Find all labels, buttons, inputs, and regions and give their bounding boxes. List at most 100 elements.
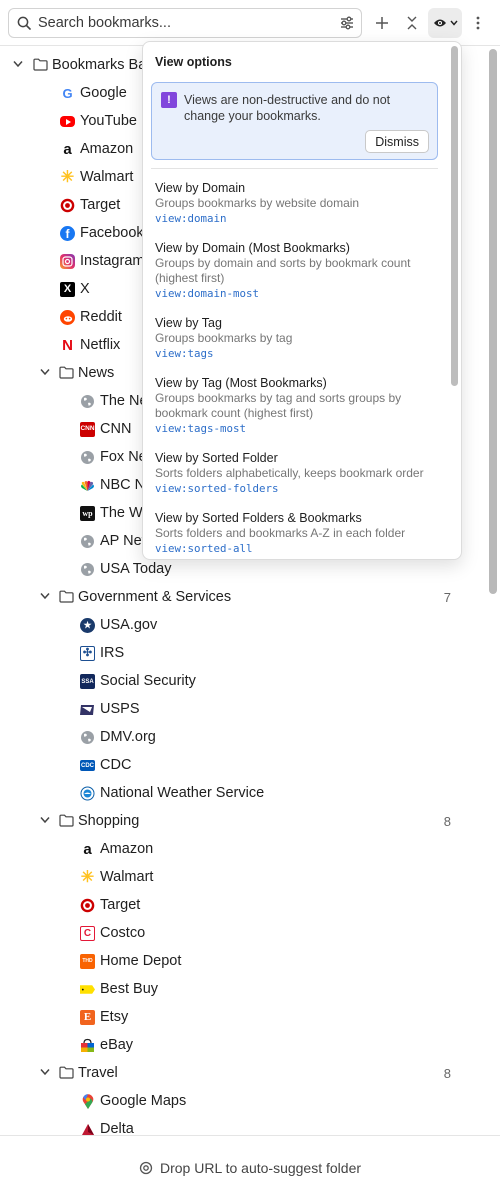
folder-label: Shopping <box>78 813 140 829</box>
eye-icon <box>433 19 446 27</box>
ssa-icon: SSA <box>80 674 95 689</box>
option-code: view:domain <box>155 212 227 225</box>
bookmark-item[interactable]: Target <box>0 891 486 919</box>
view-options-popover: View options ! Views are non-destructive… <box>142 41 462 560</box>
folder-icon <box>59 814 74 827</box>
option-name: View by Domain (Most Bookmarks) <box>155 241 350 255</box>
globe-icon <box>80 562 95 577</box>
bookmark-item[interactable]: C Costco <box>0 919 486 947</box>
bookmark-item[interactable]: CDC CDC <box>0 751 486 779</box>
tree-folder-travel[interactable]: Travel 8 <box>0 1059 486 1087</box>
view-option-sorted-all[interactable]: View by Sorted Folders & Bookmarks Sorts… <box>155 510 440 556</box>
chevron-down-icon[interactable] <box>40 592 50 600</box>
scrollbar-thumb[interactable] <box>489 49 497 594</box>
bookmark-item[interactable]: Google Maps <box>0 1087 486 1115</box>
option-code: view:tags-most <box>155 422 247 435</box>
tree-folder-government[interactable]: Government & Services 7 <box>0 583 486 611</box>
bookmark-item[interactable]: ✣ IRS <box>0 639 486 667</box>
view-option-tags-most[interactable]: View by Tag (Most Bookmarks) Groups book… <box>155 375 440 436</box>
bookmark-item[interactable]: THD Home Depot <box>0 947 486 975</box>
drop-zone-footer[interactable]: Drop URL to auto-suggest folder <box>0 1135 500 1200</box>
homedepot-icon: THD <box>80 954 95 969</box>
amazon-icon: a <box>83 842 92 857</box>
search-icon <box>17 16 31 35</box>
bookmark-item[interactable]: ★ USA.gov <box>0 611 486 639</box>
bookmark-label: YouTube <box>80 113 137 129</box>
usagov-icon: ★ <box>80 618 95 633</box>
option-name: View by Sorted Folders & Bookmarks <box>155 511 362 525</box>
bookmark-item[interactable]: USPS <box>0 695 486 723</box>
bookmark-label: Social Security <box>100 673 196 689</box>
bookmark-item[interactable]: eBay <box>0 1031 486 1059</box>
more-menu-button[interactable] <box>463 8 493 38</box>
netflix-icon: N <box>62 338 73 353</box>
target-icon <box>80 898 95 913</box>
view-option-tags[interactable]: View by Tag Groups bookmarks by tag view… <box>155 315 440 361</box>
bookmark-item[interactable]: a Amazon <box>0 835 486 863</box>
collapse-all-button[interactable] <box>397 8 427 38</box>
chevron-down-icon[interactable] <box>40 816 50 824</box>
bookmark-label: Instagram <box>80 253 145 269</box>
bookmark-label: Delta <box>100 1121 134 1135</box>
tree-scrollbar[interactable] <box>486 47 500 1135</box>
youtube-icon <box>60 116 75 127</box>
bookmark-item[interactable]: Delta <box>0 1115 486 1135</box>
bookmark-label: USPS <box>100 701 140 717</box>
add-bookmark-button[interactable] <box>367 8 397 38</box>
wapo-icon: wp <box>80 506 95 521</box>
folder-count: 8 <box>443 814 451 829</box>
info-banner: ! Views are non-destructive and do not c… <box>151 82 438 160</box>
view-options-button[interactable] <box>428 8 462 38</box>
bookmark-item[interactable]: National Weather Service <box>0 779 486 807</box>
folder-count: 7 <box>443 590 451 605</box>
bookmark-label: Best Buy <box>100 981 159 997</box>
bookmark-item[interactable]: E Etsy <box>0 1003 486 1031</box>
bookmark-label: USA.gov <box>100 617 158 633</box>
filter-icon[interactable] <box>339 15 355 36</box>
chevron-down-icon[interactable] <box>40 1068 50 1076</box>
bookmark-label: The W <box>100 505 143 521</box>
globe-icon <box>80 450 95 465</box>
walmart-icon: ✳ <box>80 870 95 885</box>
instagram-icon <box>60 254 75 269</box>
globe-icon <box>80 534 95 549</box>
popover-divider <box>151 168 438 169</box>
dismiss-button[interactable]: Dismiss <box>365 130 429 153</box>
more-vertical-icon <box>476 16 480 30</box>
ebay-icon <box>80 1038 95 1053</box>
popover-scrollbar[interactable] <box>448 45 460 557</box>
chevron-down-icon[interactable] <box>13 60 23 68</box>
bookmark-label: Target <box>100 897 141 913</box>
amazon-icon: a <box>63 142 72 157</box>
chevron-down-icon <box>449 20 458 26</box>
bookmark-label: Reddit <box>80 309 122 325</box>
search-input[interactable]: Search bookmarks... <box>38 15 171 31</box>
view-option-sorted-folders[interactable]: View by Sorted Folder Sorts folders alph… <box>155 450 440 496</box>
bookmark-label: X <box>80 281 90 297</box>
chevron-down-icon[interactable] <box>40 368 50 376</box>
popover-scrollbar-thumb[interactable] <box>451 46 458 386</box>
etsy-icon: E <box>80 1010 95 1025</box>
option-description: Groups bookmarks by website domain <box>155 196 360 210</box>
drop-zone-text: Drop URL to auto-suggest folder <box>159 1160 362 1176</box>
target-crosshair-icon <box>139 1161 153 1175</box>
view-option-domain[interactable]: View by Domain Groups bookmarks by websi… <box>155 180 440 226</box>
bookmark-label: National Weather Service <box>100 785 265 801</box>
bookmark-item[interactable]: DMV.org <box>0 723 486 751</box>
bookmark-label: Amazon <box>80 141 134 157</box>
bookmark-label: Fox Ne <box>100 449 147 465</box>
option-description: Groups bookmarks by tag <box>155 331 293 345</box>
search-box[interactable]: Search bookmarks... <box>8 8 362 38</box>
bookmark-item[interactable]: ✳ Walmart <box>0 863 486 891</box>
google-icon: G <box>62 86 73 101</box>
option-name: View by Tag <box>155 316 222 330</box>
bookmark-item[interactable]: SSA Social Security <box>0 667 486 695</box>
x-icon: X <box>60 282 75 297</box>
option-name: View by Domain <box>155 181 246 195</box>
plus-icon <box>376 17 388 29</box>
option-name: View by Sorted Folder <box>155 451 278 465</box>
folder-label: Government & Services <box>78 589 232 605</box>
tree-folder-shopping[interactable]: Shopping 8 <box>0 807 486 835</box>
view-option-domain-most[interactable]: View by Domain (Most Bookmarks) Groups b… <box>155 240 440 301</box>
bookmark-item[interactable]: Best Buy <box>0 975 486 1003</box>
